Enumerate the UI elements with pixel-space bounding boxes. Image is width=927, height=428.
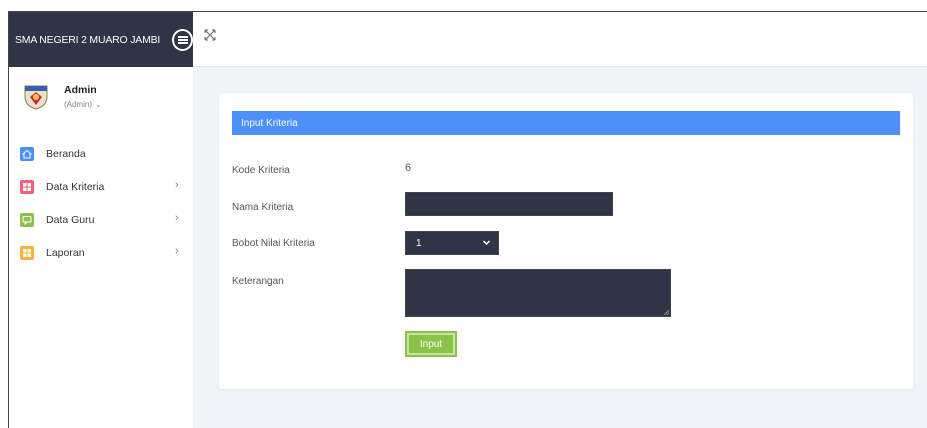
- user-role-dropdown[interactable]: (Admin) ⌄: [64, 100, 102, 109]
- user-name: Admin: [64, 84, 97, 96]
- input-kriteria-card: Input Kriteria Kode Kriteria 6 Nama Krit…: [219, 93, 913, 389]
- chevron-right-icon: ›: [175, 212, 179, 224]
- user-panel: Admin (Admin) ⌄: [9, 67, 193, 137]
- chevron-down-icon: [482, 240, 491, 246]
- sidebar-item-data-kriteria[interactable]: Data Kriteria ›: [9, 170, 193, 203]
- app-frame: SMA NEGERI 2 MUARO JAMBI Admin (Admin)⌄: [8, 11, 927, 428]
- sidebar-item-beranda[interactable]: Beranda: [9, 137, 193, 170]
- sidebar-item-label: Beranda: [46, 147, 86, 160]
- keterangan-label: Keterangan: [232, 276, 284, 287]
- chat-icon: [20, 212, 34, 227]
- grid-icon: [20, 245, 34, 260]
- nama-kriteria-input[interactable]: [405, 192, 613, 216]
- fullscreen-icon[interactable]: [203, 28, 217, 42]
- keterangan-textarea[interactable]: [405, 269, 671, 317]
- school-logo-icon: [24, 85, 48, 110]
- sidebar: SMA NEGERI 2 MUARO JAMBI Admin (Admin)⌄: [9, 12, 193, 428]
- hamburger-icon: [177, 35, 188, 44]
- sidebar-item-label: Data Kriteria: [46, 180, 105, 193]
- home-icon: [20, 146, 34, 161]
- menu-toggle-button[interactable]: [172, 28, 193, 51]
- top-bar: [193, 12, 927, 67]
- sidebar-item-laporan[interactable]: Laporan ›: [9, 236, 193, 269]
- sidebar-item-data-guru[interactable]: Data Guru ›: [9, 203, 193, 236]
- kode-kriteria-value: 6: [405, 162, 412, 174]
- bobot-nilai-value: 1: [416, 237, 422, 249]
- chevron-down-icon: ⌄: [95, 100, 102, 109]
- resize-grip-icon[interactable]: [664, 310, 669, 315]
- sidebar-nav: Beranda Data Kriteria › Data Guru › Lapo…: [9, 137, 193, 269]
- grid-icon: [20, 179, 34, 194]
- user-role: (Admin): [64, 100, 93, 109]
- input-submit-button[interactable]: Input: [405, 331, 457, 357]
- bobot-nilai-label: Bobot Nilai Kriteria: [232, 238, 315, 249]
- sidebar-item-label: Data Guru: [46, 213, 95, 226]
- kode-kriteria-label: Kode Kriteria: [232, 165, 290, 176]
- card-title: Input Kriteria: [232, 111, 900, 135]
- nama-kriteria-label: Nama Kriteria: [232, 202, 294, 213]
- brand-name: SMA NEGERI 2 MUARO JAMBI: [15, 33, 161, 46]
- chevron-right-icon: ›: [175, 245, 179, 257]
- bobot-nilai-select[interactable]: 1: [405, 231, 499, 255]
- sidebar-item-label: Laporan: [46, 246, 85, 259]
- brand-bar: SMA NEGERI 2 MUARO JAMBI: [9, 12, 193, 67]
- user-info: Admin (Admin) ⌄: [64, 84, 102, 109]
- chevron-right-icon: ›: [175, 179, 179, 191]
